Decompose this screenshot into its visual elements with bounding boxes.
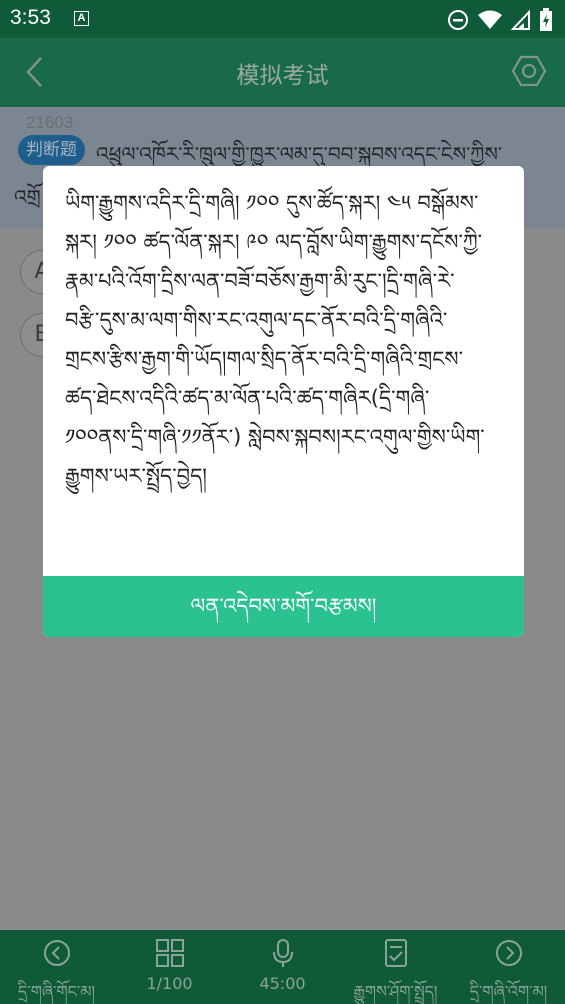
bottom-nav: དྲི་གཞི་གོང་མ། 1/100 45:00 རྒྱུགས་ཤོག་སྤ… bbox=[0, 930, 565, 1004]
dialog-line: ༡༠༠ནས་དྲི་གཞི་༡༡ནོར་) སླེབས་སྐབས།རང་འགུལ… bbox=[65, 425, 485, 449]
dialog-line: ཡིག་རྒྱུགས་འདིར་དྲི་གཞི། ༡༠༠ དུས་ཚོད་སྐར… bbox=[65, 191, 479, 215]
chevron-right-circle-icon bbox=[495, 940, 522, 966]
status-bar: 3:53 A bbox=[0, 0, 565, 38]
dialog-line: ཚད་ཐེངས་འདིའི་ཚད་མ་ལོན་པའི་ཚད་གཞིར(དྲི་ག… bbox=[65, 386, 430, 410]
status-icons bbox=[447, 8, 553, 32]
question-type-badge: 判断题 bbox=[18, 135, 85, 165]
dialog-line: གྲངས་རྩིས་རྒྱག་གི་ཡོད།གལ་སྲིད་ནོར་བའི་དྲ… bbox=[65, 347, 464, 371]
timer-label: 45:00 bbox=[259, 974, 306, 993]
wifi-icon bbox=[478, 10, 502, 29]
battery-icon bbox=[540, 8, 552, 31]
question-text-continued: འགྲོ bbox=[14, 185, 41, 209]
timer-button[interactable]: 45:00 bbox=[226, 930, 339, 1004]
chevron-left-circle-icon bbox=[43, 940, 70, 966]
question-id: 21603 bbox=[26, 113, 74, 132]
gear-icon bbox=[511, 55, 547, 87]
dialog-line: བརྩི་དུས་མ་ལག་གིས་རང་འགུལ་དང་ནོར་བའི་དྲི… bbox=[65, 308, 448, 332]
question-counter: 1/100 bbox=[146, 974, 193, 993]
dialog-line: རྒྱུགས་ཡར་སྤྲོད་བྱེད། bbox=[65, 464, 207, 488]
submit-exam-button[interactable]: རྒྱུགས་ཤོག་སྤྲོད། bbox=[339, 930, 452, 1004]
nav-label: དྲི་གཞི་གོང་མ། bbox=[17, 982, 96, 1001]
nav-label: དྲི་གཞི་འོག་མ། bbox=[469, 982, 548, 1001]
previous-question-button[interactable]: དྲི་གཞི་གོང་མ། bbox=[0, 930, 113, 1004]
settings-button[interactable] bbox=[511, 53, 547, 89]
question-index-button[interactable]: 1/100 bbox=[113, 930, 226, 1004]
exam-rules-dialog: ཡིག་རྒྱུགས་འདིར་དྲི་གཞི། ༡༠༠ དུས་ཚོད་སྐར… bbox=[43, 166, 524, 637]
grid-icon bbox=[155, 939, 184, 967]
status-time: 3:53 bbox=[10, 6, 51, 29]
nav-label: རྒྱུགས་ཤོག་སྤྲོད། bbox=[353, 982, 438, 1001]
clipboard-check-icon bbox=[384, 939, 407, 967]
page-title: 模拟考试 bbox=[236, 63, 329, 89]
signal-icon bbox=[511, 9, 530, 30]
next-question-button[interactable]: དྲི་གཞི་འོག་མ། bbox=[452, 930, 565, 1004]
notification-icon: A bbox=[74, 11, 89, 26]
start-answering-button[interactable]: ལན་འདེབས་མགོ་བརྩམས། bbox=[43, 576, 524, 637]
dialog-body: ཡིག་རྒྱུགས་འདིར་དྲི་གཞི། ༡༠༠ དུས་ཚོད་སྐར… bbox=[65, 184, 502, 496]
microphone-icon bbox=[272, 939, 293, 967]
app-header: 模拟考试 bbox=[0, 38, 565, 107]
do-not-disturb-icon bbox=[448, 10, 468, 30]
dialog-line: རྣམ་པའི་འོག་དྲིས་ལན་བཟོ་བཅོས་རྒྱག་མི་རུང… bbox=[65, 269, 455, 293]
dialog-line: སྐར། ༡༠༠ ཚད་ལོན་སྐར། ༩༠ ལད་བློས་ཡིག་རྒྱུ… bbox=[65, 230, 483, 254]
